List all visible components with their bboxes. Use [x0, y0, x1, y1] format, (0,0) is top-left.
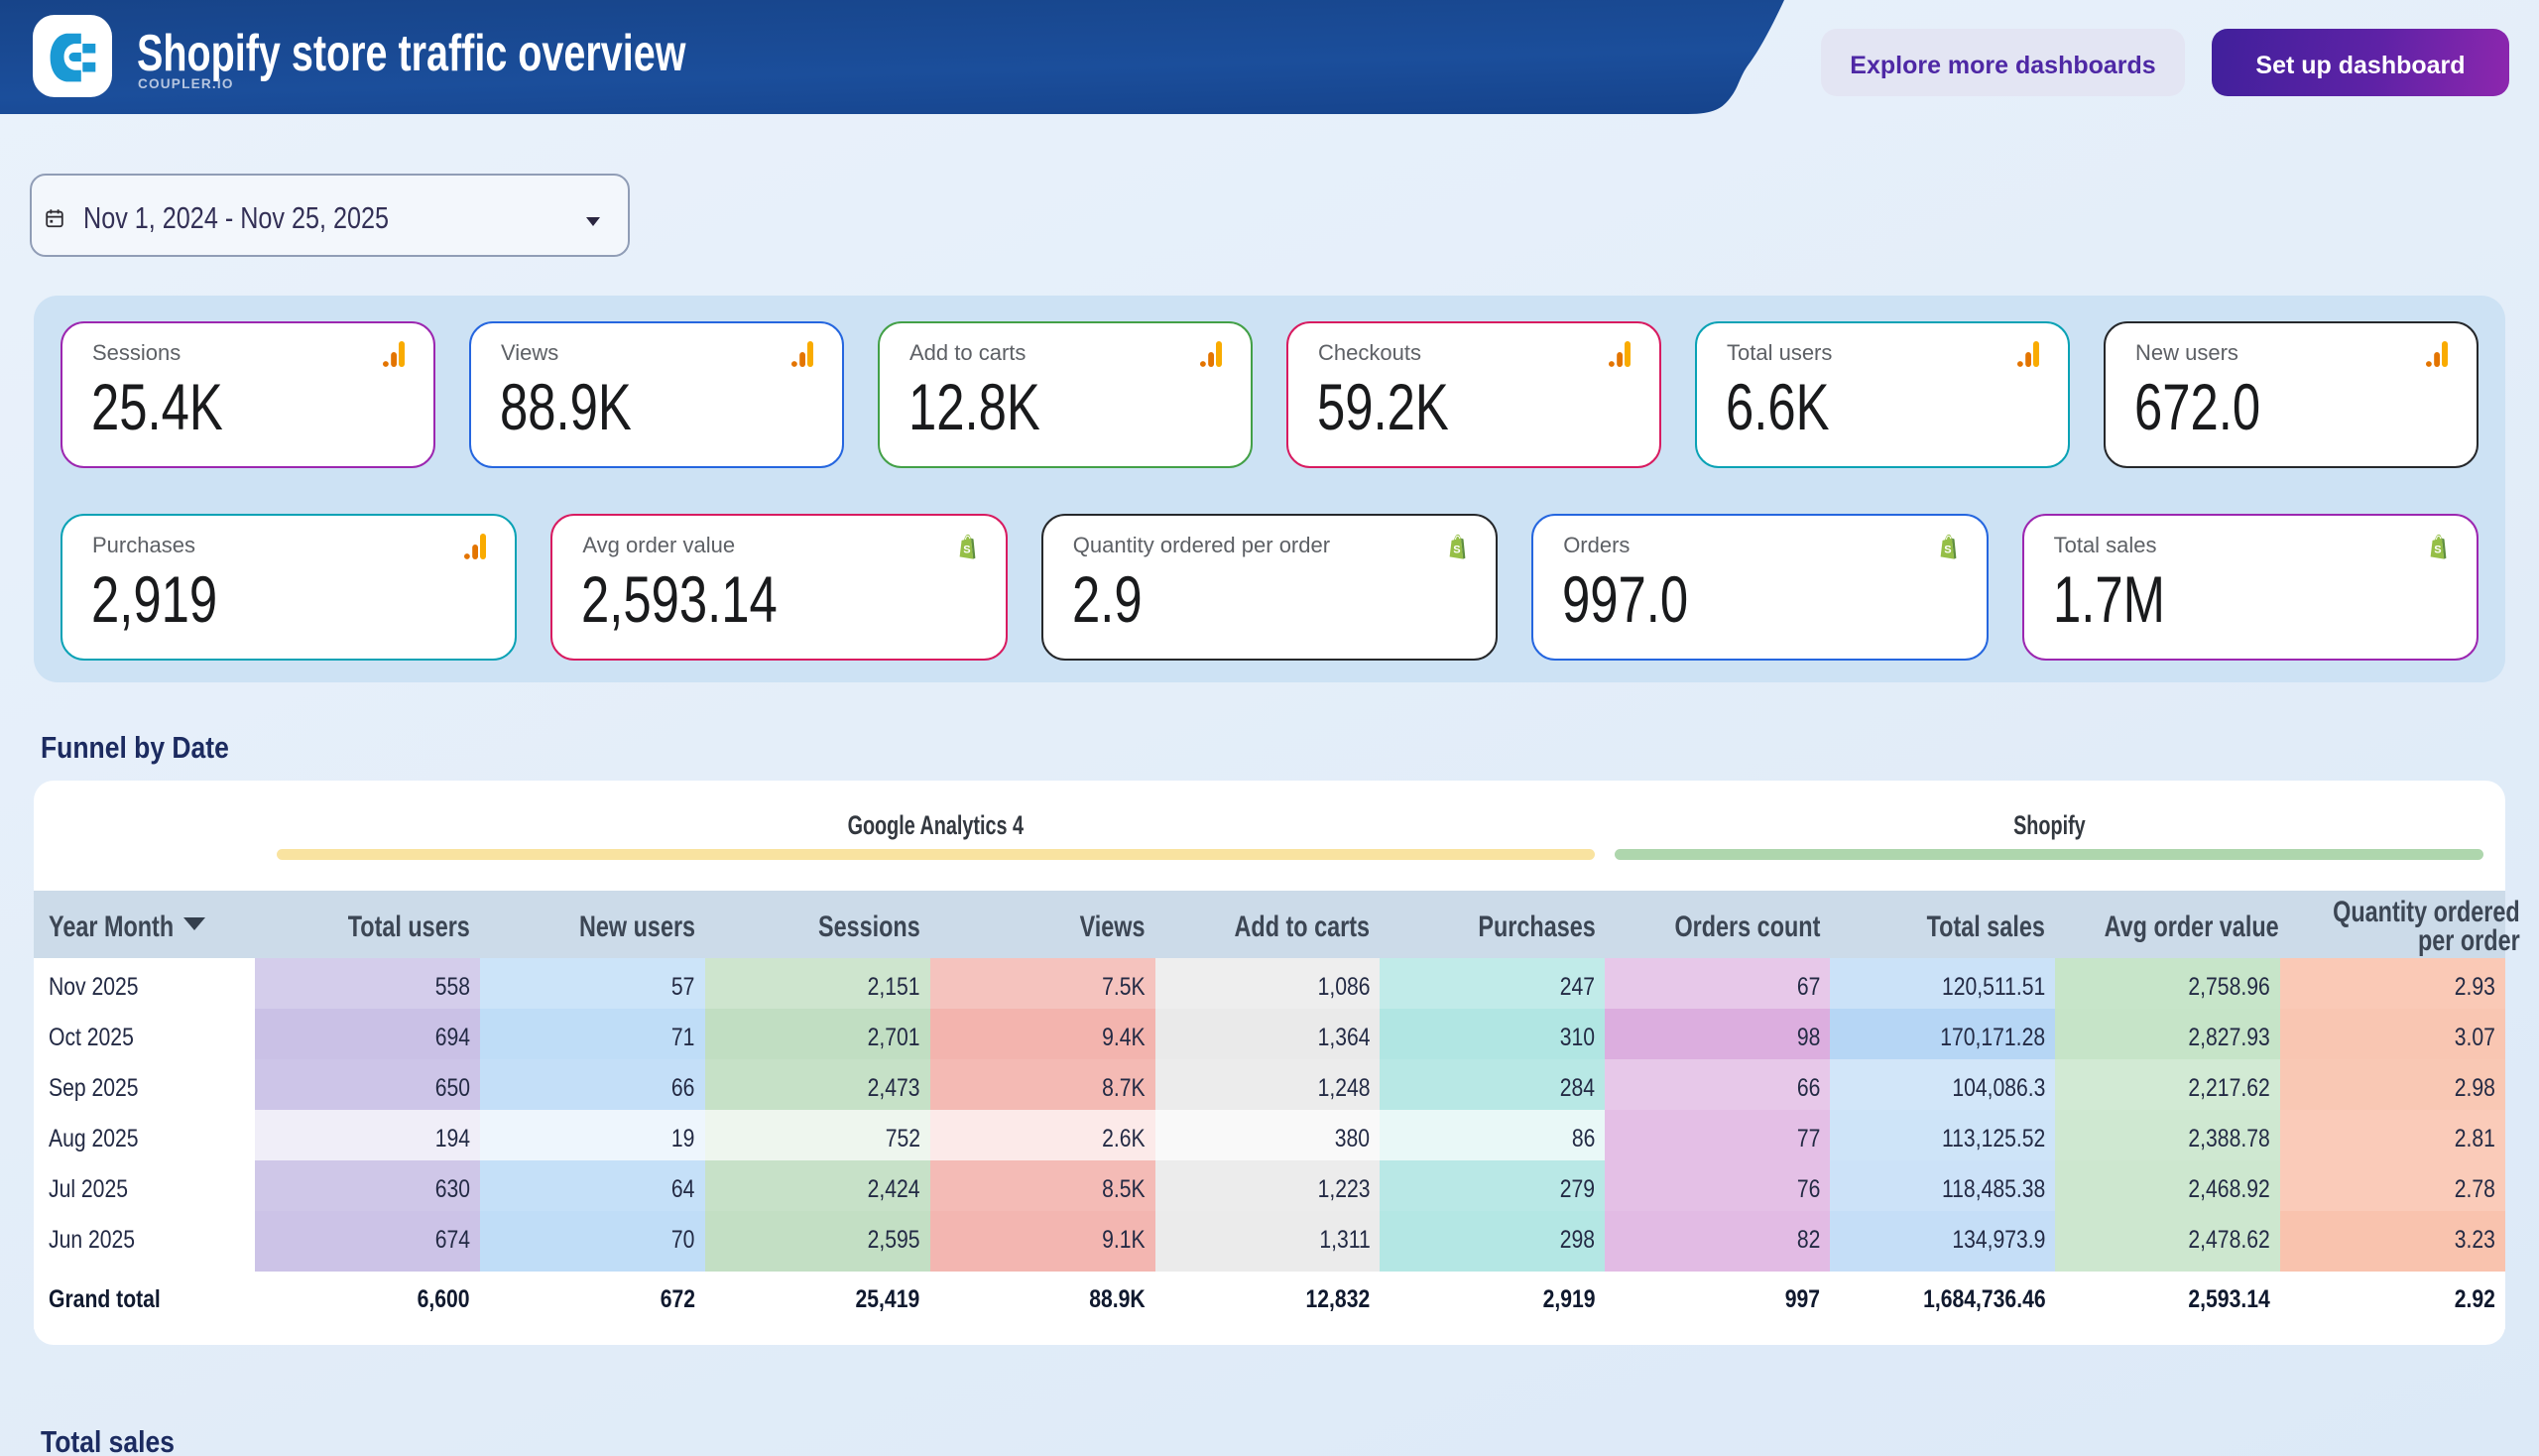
svg-text:S: S — [2434, 545, 2441, 556]
svg-text:S: S — [1944, 545, 1951, 556]
svg-text:S: S — [963, 545, 970, 556]
svg-text:S: S — [1453, 545, 1460, 556]
